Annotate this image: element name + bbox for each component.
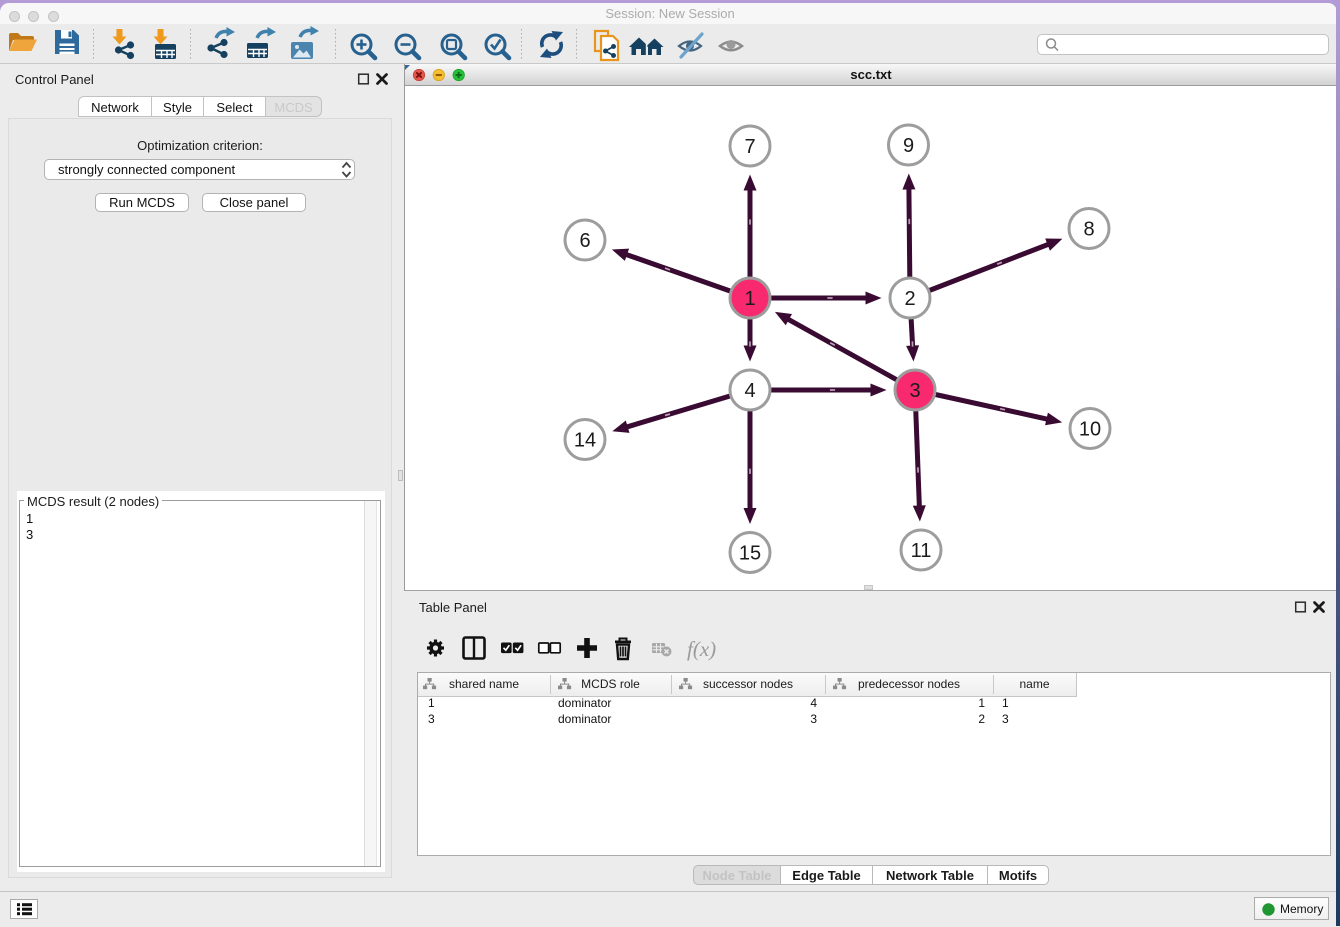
svg-text:8: 8	[1083, 219, 1094, 241]
svg-text:9: 9	[903, 135, 914, 157]
svg-text:2: 2	[904, 288, 915, 310]
svg-text:4: 4	[744, 380, 755, 402]
svg-text:7: 7	[744, 136, 755, 158]
svg-text:10: 10	[1079, 419, 1101, 441]
svg-text:11: 11	[911, 540, 932, 562]
svg-text:15: 15	[739, 543, 761, 565]
svg-text:3: 3	[909, 380, 920, 402]
svg-text:14: 14	[574, 430, 596, 452]
svg-text:1: 1	[744, 288, 755, 310]
svg-text:f(x): f(x)	[687, 637, 716, 661]
svg-text:6: 6	[579, 230, 590, 252]
